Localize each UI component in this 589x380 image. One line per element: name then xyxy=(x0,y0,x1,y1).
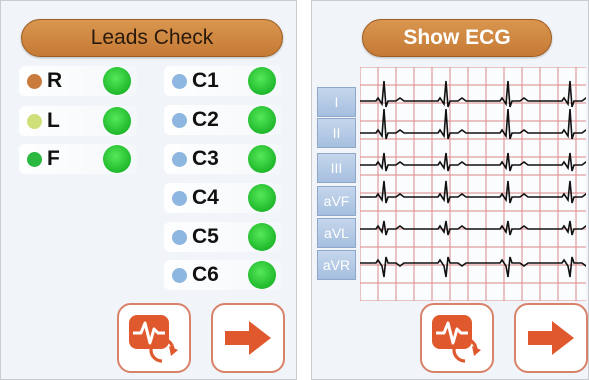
lead-color-dot xyxy=(172,191,187,206)
lead-row-c4: C4 xyxy=(164,182,282,214)
lead-status-indicator xyxy=(103,107,131,135)
next-button[interactable] xyxy=(211,303,285,373)
show-ecg-title: Show ECG xyxy=(362,19,552,57)
lead-status-indicator xyxy=(248,67,276,95)
lead-label: C3 xyxy=(192,147,219,170)
lead-label: C1 xyxy=(192,69,219,92)
ecg-trace-avl xyxy=(360,220,588,236)
ecg-trace-avf xyxy=(360,180,588,204)
lead-row-c6: C6 xyxy=(164,259,282,291)
lead-color-dot xyxy=(172,268,187,283)
lead-row-c3: C3 xyxy=(164,143,282,175)
lead-strip-i: I xyxy=(317,87,356,117)
lead-strip-avl: aVL xyxy=(317,218,356,248)
ecg-refresh-icon xyxy=(129,315,178,363)
lead-color-dot xyxy=(172,113,187,128)
lead-status-indicator xyxy=(248,223,276,251)
ecg-trace-avr xyxy=(360,256,588,278)
lead-strip-ii: II xyxy=(317,118,356,148)
lead-strip-avf: aVF xyxy=(317,186,356,216)
lead-row-l: L xyxy=(19,105,137,137)
lead-color-dot xyxy=(172,152,187,167)
lead-status-indicator xyxy=(248,145,276,173)
lead-strip-avr: aVR xyxy=(317,250,356,280)
lead-label: C6 xyxy=(192,263,219,286)
lead-strip-iii: III xyxy=(317,153,356,183)
ecg-grid xyxy=(359,66,588,302)
ecg-refresh-button[interactable] xyxy=(420,303,494,373)
lead-row-c1: C1 xyxy=(164,65,282,97)
lead-label: C4 xyxy=(192,186,219,209)
lead-status-indicator xyxy=(248,261,276,289)
lead-status-indicator xyxy=(248,184,276,212)
ecg-trace-iii xyxy=(360,152,588,172)
lead-label: C2 xyxy=(192,108,219,131)
lead-label: R xyxy=(47,69,63,92)
lead-status-indicator xyxy=(103,145,131,173)
lead-label: F xyxy=(47,147,60,170)
lead-row-c5: C5 xyxy=(164,221,282,253)
lead-status-indicator xyxy=(248,106,276,134)
ecg-refresh-button[interactable] xyxy=(117,303,191,373)
arrow-right-icon xyxy=(528,321,574,355)
lead-color-dot xyxy=(27,114,42,129)
next-button[interactable] xyxy=(514,303,588,373)
leads-check-title: Leads Check xyxy=(21,19,283,57)
lead-color-dot xyxy=(172,74,187,89)
ecg-traces xyxy=(359,66,588,302)
leads-check-screen: Leads Check R L F C1 C2 C3 C4 C5 C6 xyxy=(0,0,297,380)
lead-color-dot xyxy=(172,230,187,245)
lead-color-dot xyxy=(27,74,42,89)
lead-row-c2: C2 xyxy=(164,104,282,136)
ecg-trace-ii xyxy=(360,108,588,140)
show-ecg-screen: Show ECG I II III aVF aVL aVR xyxy=(311,0,589,380)
lead-label: L xyxy=(47,109,60,132)
lead-label: C5 xyxy=(192,225,219,248)
ecg-refresh-icon xyxy=(432,315,481,363)
lead-row-f: F xyxy=(19,143,137,175)
arrow-right-icon xyxy=(225,321,271,355)
lead-status-indicator xyxy=(103,67,131,95)
lead-color-dot xyxy=(27,152,42,167)
lead-row-r: R xyxy=(19,65,137,97)
